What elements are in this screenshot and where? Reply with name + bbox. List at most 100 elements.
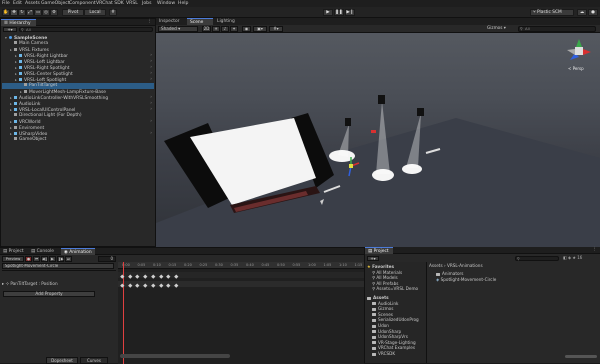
grid-toggle-icon[interactable]: #▾ bbox=[269, 26, 283, 32]
favorite-item[interactable]: ⚲ Assets=VRSL Demo bbox=[372, 286, 418, 291]
add-property-button[interactable]: Add Property bbox=[3, 291, 95, 297]
prev-key-button[interactable]: ◀❙ bbox=[41, 256, 48, 262]
last-key-button[interactable]: ⏭ bbox=[65, 256, 72, 262]
property-row[interactable]: ▸ ⊹ PanTiltTarget : Position bbox=[2, 281, 114, 287]
tree-label: Assets=VRSL Demo bbox=[376, 286, 419, 292]
project-file[interactable]: Animators bbox=[436, 271, 463, 276]
move-tool-icon[interactable]: ✥ bbox=[10, 9, 18, 16]
hierarchy-row[interactable]: GameObject bbox=[2, 137, 154, 143]
zoom-slider[interactable] bbox=[565, 355, 597, 358]
project-filter-icons[interactable]: ◧ ◈ ★ 16 bbox=[563, 256, 597, 261]
timeline-ruler[interactable]: 0:00 0:05 0:10 0:15 0:20 0:25 0:30 0:35 0:40 0:45… bbox=[118, 262, 364, 269]
shading-dropdown[interactable]: Shaded ▾ bbox=[158, 26, 198, 32]
transform-tool-icon[interactable]: ◎ bbox=[42, 9, 50, 16]
asset-folder[interactable]: AudioLink bbox=[372, 301, 398, 306]
favorite-item[interactable]: ⚲ All Prefabs bbox=[372, 281, 398, 286]
asset-folder[interactable]: VRChat Examples bbox=[372, 345, 415, 350]
visibility-icon[interactable]: ◉ bbox=[242, 26, 251, 32]
asset-folder[interactable]: UdonSharpVrs bbox=[372, 334, 408, 339]
tab-console[interactable]: ▤ Console bbox=[28, 248, 60, 255]
tab-lighting[interactable]: Lighting bbox=[214, 18, 244, 25]
inspector-tab-label: Inspector bbox=[159, 19, 180, 24]
project-menu-icon[interactable]: ⋮ bbox=[592, 247, 597, 252]
orientation-gizmo[interactable]: < Persp bbox=[564, 36, 594, 72]
clip-dropdown[interactable]: Spotlight-Movement-Circle bbox=[2, 263, 114, 269]
tab-animation[interactable]: ◉ Animation bbox=[61, 248, 95, 255]
asset-folder[interactable]: UdonSharp bbox=[372, 329, 401, 334]
project-create-button[interactable]: +▾ bbox=[367, 256, 379, 261]
preview-toggle[interactable]: Preview bbox=[2, 256, 24, 262]
hierarchy-search-input[interactable]: ⚲ All bbox=[19, 27, 153, 32]
tab-inspector[interactable]: Inspector bbox=[156, 18, 186, 25]
transform-icon: ⊹ bbox=[5, 281, 9, 286]
tab-project-right[interactable]: ▤ Project bbox=[365, 247, 393, 254]
next-key-button[interactable]: ❙▶ bbox=[57, 256, 64, 262]
asset-folder[interactable]: Udon bbox=[372, 323, 389, 328]
asset-folder[interactable]: SerializedUdonProg bbox=[372, 317, 419, 322]
first-key-button[interactable]: ⏮ bbox=[33, 256, 40, 262]
anim-play-button[interactable]: ▶ bbox=[49, 256, 56, 262]
menu-jobs[interactable]: Jobs bbox=[142, 1, 151, 6]
favorite-item[interactable]: ⚲ All Models bbox=[372, 275, 398, 280]
scale-tool-icon[interactable]: ⤢ bbox=[26, 9, 34, 16]
effects-toggle-icon[interactable]: ✦ bbox=[230, 26, 238, 32]
menu-vrsl[interactable]: VRSL bbox=[126, 1, 138, 6]
shading-label: Shaded bbox=[161, 26, 177, 31]
scene-camera-icon[interactable]: ▣▾ bbox=[253, 26, 267, 32]
gizmos-dropdown[interactable]: Gizmos ▾ bbox=[487, 25, 515, 32]
menu-window[interactable]: Window bbox=[157, 1, 175, 6]
cloud-icon[interactable]: ☁ bbox=[577, 9, 587, 16]
hand-tool-icon[interactable]: ✋ bbox=[2, 9, 10, 16]
asset-folder[interactable]: VR-Stage-Lighting bbox=[372, 340, 416, 345]
panel-menu-icon[interactable]: ⋮ bbox=[147, 19, 152, 24]
local-toggle[interactable]: Local bbox=[84, 9, 106, 16]
asset-folder[interactable]: Scenes bbox=[372, 312, 393, 317]
menu-gameobject[interactable]: GameObject bbox=[41, 1, 70, 6]
scene-search-input[interactable]: ⚲ All bbox=[518, 26, 596, 32]
rotate-tool-icon[interactable]: ↻ bbox=[18, 9, 26, 16]
step-button[interactable]: ▶❙ bbox=[345, 9, 355, 16]
frame-field[interactable]: 0 bbox=[98, 256, 116, 262]
menu-help[interactable]: Help bbox=[178, 1, 188, 6]
asset-folder[interactable]: VRCSDK bbox=[372, 351, 395, 356]
prefab-icon bbox=[14, 108, 17, 111]
lighting-toggle-icon[interactable]: ☀ bbox=[212, 26, 220, 32]
breadcrumb-vrsl-animations[interactable]: VRSL-Animations bbox=[447, 263, 483, 268]
account-icon[interactable]: ● bbox=[588, 9, 598, 16]
project-tree: ★ Favorites ⚲ All Materials ⚲ All Models ⚲ … bbox=[365, 262, 427, 363]
play-button[interactable]: ▶ bbox=[323, 9, 333, 16]
plastic-scm-button[interactable]: ⑂ Plastic SCM bbox=[530, 9, 574, 16]
tab-hierarchy[interactable]: ☰ Hierarchy bbox=[1, 19, 36, 26]
assets-node[interactable]: Assets bbox=[367, 295, 389, 300]
toggle-2d[interactable]: 2D bbox=[202, 26, 211, 32]
tab-scene[interactable]: Scene bbox=[187, 18, 213, 25]
breadcrumb-assets[interactable]: Assets bbox=[429, 263, 443, 268]
prefab-icon bbox=[19, 78, 22, 81]
menu-assets[interactable]: Assets bbox=[25, 1, 40, 6]
scene-view[interactable]: Inspector Scene Lighting Shaded ▾ 2D ☀ ♪… bbox=[156, 18, 600, 247]
project-file[interactable]: ◈ Spotlight-Movement-Circle bbox=[436, 277, 496, 282]
view-label[interactable]: < Persp bbox=[568, 66, 584, 71]
favorite-item[interactable]: ⚲ All Materials bbox=[372, 270, 402, 275]
menu-file[interactable]: File bbox=[2, 1, 10, 6]
project-search-input[interactable]: ⚲ bbox=[515, 256, 559, 261]
rect-tool-icon[interactable]: ▭ bbox=[34, 9, 42, 16]
record-button[interactable]: ● bbox=[25, 256, 32, 262]
menu-bar: File Edit Assets GameObject Component VR… bbox=[0, 0, 600, 7]
pause-button[interactable]: ❚❚ bbox=[334, 9, 344, 16]
asset-folder[interactable]: Gizmos bbox=[372, 306, 393, 311]
menu-component[interactable]: Component bbox=[69, 1, 96, 6]
favorites-node[interactable]: ★ Favorites bbox=[367, 264, 394, 269]
pivot-toggle[interactable]: Pivot bbox=[62, 9, 84, 16]
custom-tool-icon[interactable]: ⚙ bbox=[50, 9, 58, 16]
playhead[interactable] bbox=[123, 262, 124, 364]
dopesheet-area[interactable] bbox=[118, 262, 364, 364]
audio-toggle-icon[interactable]: ♪ bbox=[221, 26, 229, 32]
timeline-scrollbar[interactable] bbox=[120, 354, 230, 358]
menu-vrchat-sdk[interactable]: VRChat SDK bbox=[96, 1, 124, 6]
tab-project[interactable]: ▤ Project bbox=[0, 248, 27, 255]
create-button[interactable]: +▾ bbox=[3, 27, 17, 32]
grid-snap-icon[interactable]: # bbox=[109, 9, 117, 16]
ruler-tick-label: 0:45 bbox=[261, 263, 270, 267]
menu-edit[interactable]: Edit bbox=[13, 1, 22, 6]
